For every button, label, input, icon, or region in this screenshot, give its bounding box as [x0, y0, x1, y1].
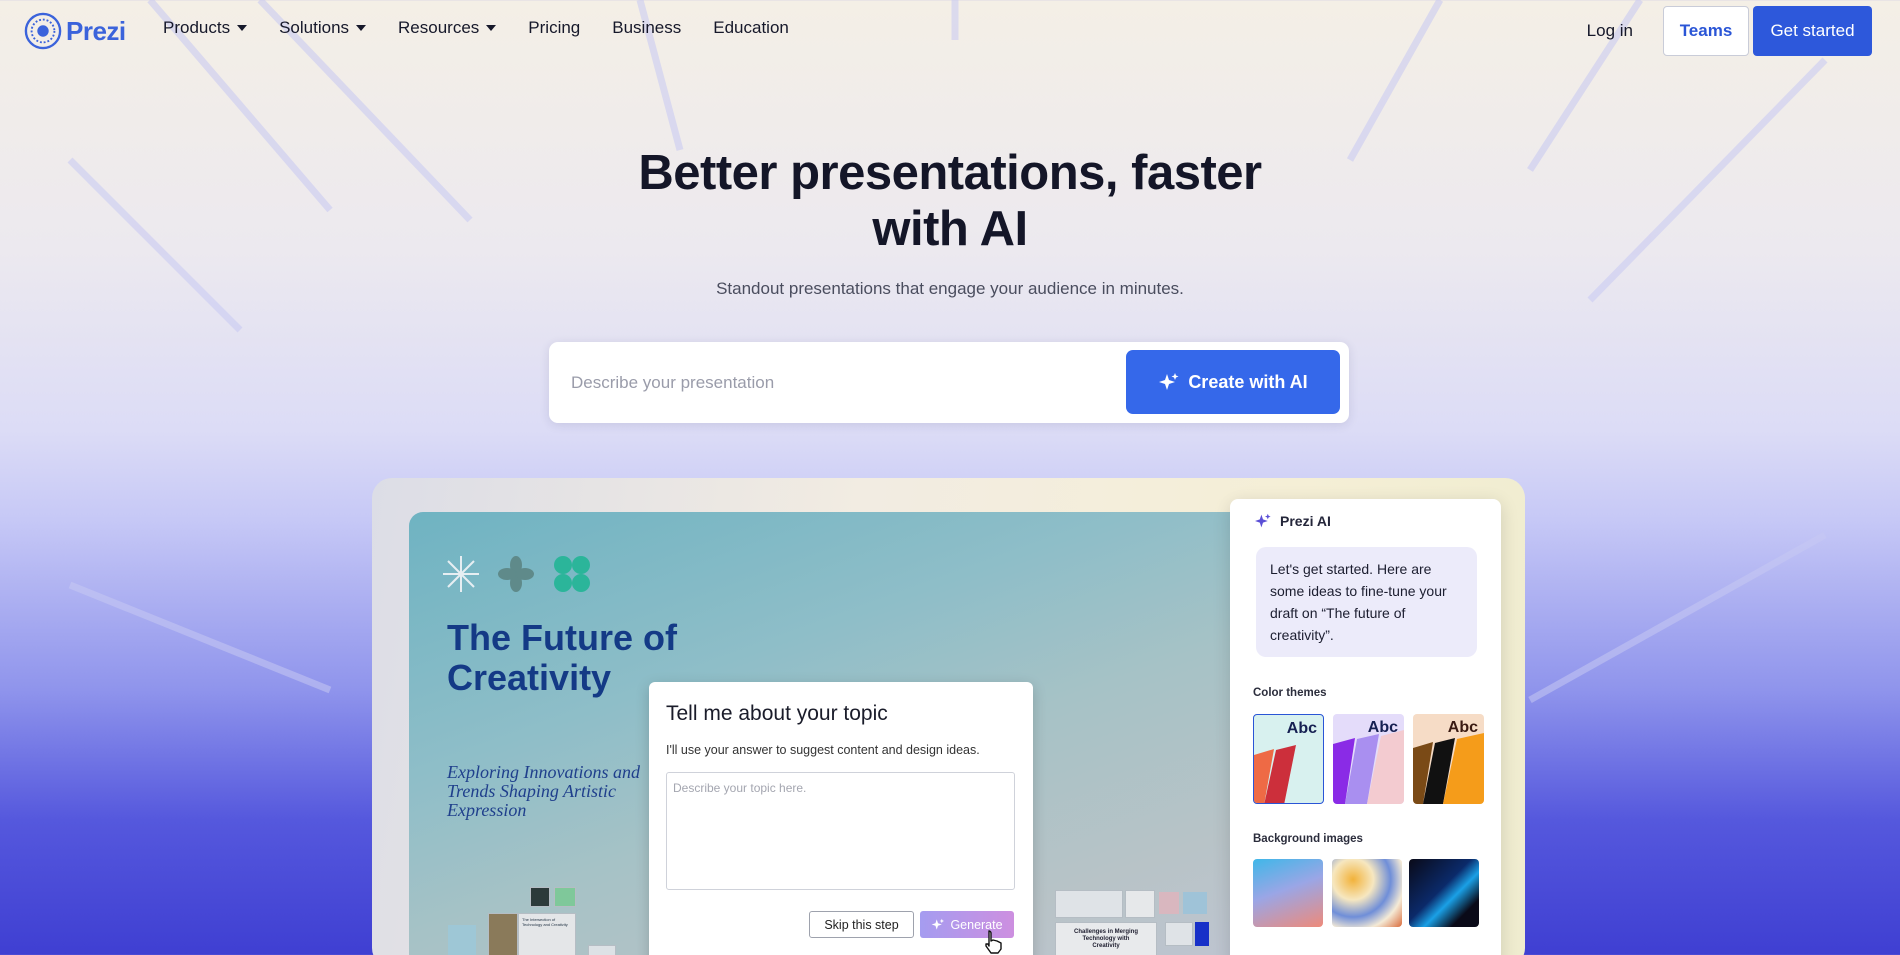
create-with-ai-label: Create with AI: [1188, 371, 1308, 392]
topic-dialog-title: Tell me about your topic: [666, 702, 888, 725]
nav-solutions-label: Solutions: [279, 18, 350, 37]
nav-education[interactable]: Education: [713, 18, 789, 38]
nav-menu: Products Solutions Resources Pricing Bus…: [163, 18, 821, 38]
color-themes-label: Color themes: [1253, 687, 1327, 699]
thumbnail: [1125, 890, 1155, 918]
hand-cursor-icon: [985, 930, 1002, 954]
prezi-logo-icon: [24, 12, 62, 50]
slide-subtitle: Exploring Innovations and Trends Shaping…: [447, 762, 640, 820]
background-image-2[interactable]: [1332, 859, 1402, 927]
sparkle-icon: [932, 918, 945, 930]
background-image-1[interactable]: [1253, 859, 1323, 927]
nav-business[interactable]: Business: [612, 18, 681, 38]
nav-products-label: Products: [163, 18, 231, 37]
thumbnail: [448, 925, 476, 955]
thumbnail: [588, 945, 616, 955]
nav-resources-label: Resources: [398, 18, 480, 37]
topic-dialog-help-text: I'll use your answer to suggest content …: [666, 743, 980, 757]
thumbnail: [1055, 890, 1123, 918]
thumbnail: [1183, 892, 1207, 914]
thumbnail: [1165, 922, 1193, 946]
ai-message-bubble: Let's get started. Here are some ideas t…: [1256, 547, 1477, 657]
login-link[interactable]: Log in: [1587, 21, 1633, 41]
sparkle-icon: [1255, 513, 1271, 528]
prezi-ai-panel: Prezi AI Let's get started. Here are som…: [1230, 499, 1501, 955]
thumbnail: Challenges in Merging Technology with Cr…: [1055, 922, 1157, 955]
theme-sample-text: Abc: [1286, 720, 1317, 737]
nav-solutions[interactable]: Solutions: [279, 18, 367, 38]
nav-actions: Log in Teams Get started: [1587, 6, 1872, 56]
prompt-box: Create with AI: [549, 342, 1349, 423]
ai-panel-header: Prezi AI: [1254, 513, 1331, 529]
color-theme-2[interactable]: Abc: [1333, 714, 1404, 804]
nav-pricing[interactable]: Pricing: [528, 18, 580, 38]
nav-resources[interactable]: Resources: [398, 18, 497, 38]
create-with-ai-button[interactable]: Create with AI: [1126, 350, 1340, 414]
theme-sample-text: Abc: [1367, 719, 1398, 736]
presentation-prompt-input[interactable]: [571, 370, 1091, 396]
thumbnail: [530, 887, 550, 907]
topic-textarea[interactable]: [666, 772, 1015, 890]
teams-button[interactable]: Teams: [1663, 6, 1749, 56]
chevron-down-icon: [486, 25, 497, 31]
thumbnail: The Intersection of Technology and Creat…: [518, 913, 576, 955]
thumbnail-label: Challenges in Merging Technology with Cr…: [1073, 929, 1138, 949]
sparkle-icon: [1159, 373, 1179, 390]
thumbnail: [1195, 922, 1209, 946]
thumbnail-label: The Intersection of Technology and Creat…: [522, 917, 568, 927]
background-images-label: Background images: [1253, 833, 1363, 845]
theme-sample-text: Abc: [1447, 719, 1478, 736]
logo-text: Prezi: [66, 15, 126, 46]
chevron-down-icon: [237, 25, 248, 31]
hero-title: Better presentations, faster with AI: [0, 145, 1900, 257]
nav-products[interactable]: Products: [163, 18, 248, 38]
color-theme-3[interactable]: Abc: [1413, 714, 1484, 804]
top-navigation: Prezi Products Solutions Resources Prici…: [0, 0, 1900, 62]
chevron-down-icon: [356, 25, 367, 31]
hero-subtitle: Standout presentations that engage your …: [716, 279, 1184, 298]
thumbnail: [554, 887, 576, 907]
topic-dialog: Tell me about your topic I'll use your a…: [649, 682, 1033, 955]
color-theme-1[interactable]: Abc: [1253, 714, 1324, 804]
thumbnail: [1159, 892, 1179, 914]
hero-title-line-2: with AI: [872, 202, 1028, 256]
hero-title-line-1: Better presentations, faster: [638, 146, 1262, 200]
get-started-button[interactable]: Get started: [1753, 6, 1872, 56]
skip-step-button[interactable]: Skip this step: [809, 911, 914, 938]
background-image-3[interactable]: [1409, 859, 1479, 927]
prezi-logo[interactable]: Prezi: [24, 12, 126, 50]
thumbnail: [488, 913, 518, 955]
decorative-shapes-icon: [443, 556, 590, 592]
ai-panel-title: Prezi AI: [1280, 513, 1331, 529]
